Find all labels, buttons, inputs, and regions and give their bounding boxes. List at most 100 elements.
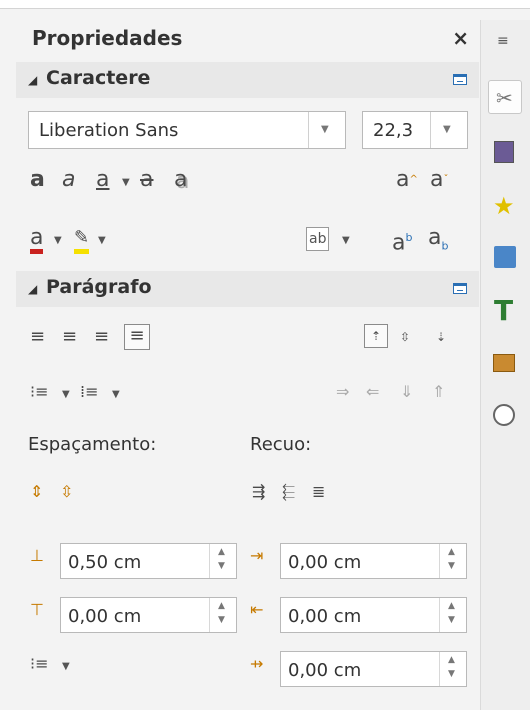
font-color-icon[interactable]: a [30,227,44,254]
increase-spacing-icon[interactable]: ⇕ [30,481,43,503]
decrease-indent-icon[interactable]: ⬱ [282,481,295,503]
above-spacing-spinbox[interactable]: 0,50 cm ▲ ▼ [60,543,237,579]
first-line-indent-icon: ⇸ [250,654,264,673]
promote-icon[interactable]: ⇐ [366,381,379,403]
navigator-icon[interactable] [488,242,522,276]
paragrafo-section-header[interactable]: ◢ Parágrafo [16,271,479,307]
highlight-color-icon[interactable]: ✎ [74,227,90,254]
chevron-down-icon: ▼ [443,124,451,135]
chevron-down-icon[interactable]: ▼ [448,561,455,571]
collapse-triangle-icon: ◢ [28,282,38,296]
chevron-up-icon[interactable]: ▲ [218,547,225,557]
font-size-dropdown[interactable]: ▼ [430,112,467,148]
font-size-combobox[interactable]: 22,3 ▼ [362,111,468,149]
increase-indent-icon[interactable]: ⇶ [252,481,265,503]
chevron-up-icon[interactable]: ▲ [448,547,455,557]
underline-dropdown-icon[interactable]: ▼ [122,172,130,194]
superscript-icon[interactable]: ab [392,227,412,254]
before-indent-icon: ⇥ [250,546,264,565]
spacing-label: Espaçamento: [28,434,157,455]
panel-title: Propriedades [32,26,183,50]
caractere-heading: Caractere [46,67,151,89]
align-justify-icon[interactable]: ≡ [124,324,150,350]
before-indent-value: 0,00 cm [288,552,362,573]
after-indent-icon: ⇤ [250,600,264,619]
gallery-icon[interactable]: ★ [488,190,522,224]
align-center-icon[interactable]: ≡ [62,326,77,348]
shadow-icon[interactable]: a [174,169,187,191]
page-icon[interactable]: T [488,294,522,328]
italic-icon[interactable]: a [62,169,75,191]
chevron-down-icon[interactable]: ▼ [448,669,455,679]
panel-title-row: Propriedades × [16,20,479,58]
align-middle-icon[interactable]: ⇳ [400,326,410,348]
demote-icon[interactable]: ⇒ [336,381,349,403]
below-spacing-icon: ⊤ [30,600,44,619]
window-top-edge [0,0,530,9]
first-line-indent-spinbox[interactable]: 0,00 cm ▲ ▼ [280,651,467,687]
shrink-font-icon[interactable]: aˇ [430,169,448,191]
below-spacing-value: 0,00 cm [68,606,142,627]
below-spacing-stepper[interactable]: ▲ ▼ [209,598,236,632]
bold-icon[interactable]: a [30,169,45,191]
above-spacing-value: 0,50 cm [68,552,142,573]
styles-icon[interactable] [488,137,522,171]
after-indent-stepper[interactable]: ▲ ▼ [439,598,466,632]
ordered-list-icon[interactable]: ⁞≡ [80,381,99,403]
underline-icon[interactable]: a [96,169,109,191]
align-top-icon[interactable]: ⇡ [364,324,388,348]
chevron-down-icon: ▼ [321,124,329,135]
after-indent-spinbox[interactable]: 0,00 cm ▲ ▼ [280,597,467,633]
move-down-icon[interactable]: ⇓ [400,381,413,403]
indent-label: Recuo: [250,434,312,455]
font-size-value: 22,3 [373,120,414,141]
strikethrough-icon[interactable]: a [140,169,153,191]
character-spacing-dropdown-icon[interactable]: ▼ [342,230,350,252]
paragrafo-heading: Parágrafo [46,276,152,298]
chevron-up-icon[interactable]: ▲ [448,601,455,611]
move-up-icon[interactable]: ⇑ [432,381,445,403]
before-indent-spinbox[interactable]: 0,00 cm ▲ ▼ [280,543,467,579]
align-right-icon[interactable]: ≡ [94,326,109,348]
first-line-indent-stepper[interactable]: ▲ ▼ [439,652,466,686]
first-line-indent-value: 0,00 cm [288,660,362,681]
line-spacing-dropdown-icon[interactable]: ▼ [62,656,70,678]
before-indent-stepper[interactable]: ▲ ▼ [439,544,466,578]
ordered-list-dropdown-icon[interactable]: ▼ [112,384,120,406]
sidebar-tabbar: ≡ ✂ ★ T [480,20,530,710]
compass-icon[interactable] [488,400,522,434]
decrease-spacing-icon[interactable]: ⇳ [60,481,73,503]
subscript-icon[interactable]: ab [428,226,448,257]
hanging-indent-icon[interactable]: ≣ [312,481,325,503]
chevron-down-icon[interactable]: ▼ [218,615,225,625]
above-spacing-icon: ⊥ [30,546,44,565]
properties-panel: Propriedades × ◢ Caractere Liberation Sa… [16,20,479,710]
more-options-icon[interactable] [453,74,467,85]
highlight-color-dropdown-icon[interactable]: ▼ [98,230,106,252]
font-color-dropdown-icon[interactable]: ▼ [54,230,62,252]
collapse-triangle-icon: ◢ [28,73,38,87]
grow-font-icon[interactable]: a^ [396,169,418,191]
font-name-combobox[interactable]: Liberation Sans ▼ [28,111,346,149]
sidebar-menu-icon[interactable]: ≡ [497,30,509,52]
chevron-up-icon[interactable]: ▲ [218,601,225,611]
character-spacing-icon[interactable]: ab [306,227,330,251]
chevron-down-icon[interactable]: ▼ [218,561,225,571]
after-indent-value: 0,00 cm [288,606,362,627]
more-options-icon[interactable] [453,283,467,294]
unordered-list-icon[interactable]: ⁝≡ [30,381,49,403]
align-bottom-icon[interactable]: ⇣ [436,326,446,348]
caractere-section-header[interactable]: ◢ Caractere [16,62,479,98]
unordered-list-dropdown-icon[interactable]: ▼ [62,384,70,406]
align-left-icon[interactable]: ≡ [30,326,45,348]
font-name-dropdown[interactable]: ▼ [308,112,345,148]
chevron-up-icon[interactable]: ▲ [448,655,455,665]
chevron-down-icon[interactable]: ▼ [448,615,455,625]
line-spacing-icon[interactable]: ⁝≡ [30,653,49,675]
font-name-value: Liberation Sans [39,120,179,141]
manage-changes-icon[interactable] [488,348,522,382]
properties-icon[interactable]: ✂ [488,80,522,114]
close-panel-button[interactable]: × [452,28,469,48]
above-spacing-stepper[interactable]: ▲ ▼ [209,544,236,578]
below-spacing-spinbox[interactable]: 0,00 cm ▲ ▼ [60,597,237,633]
